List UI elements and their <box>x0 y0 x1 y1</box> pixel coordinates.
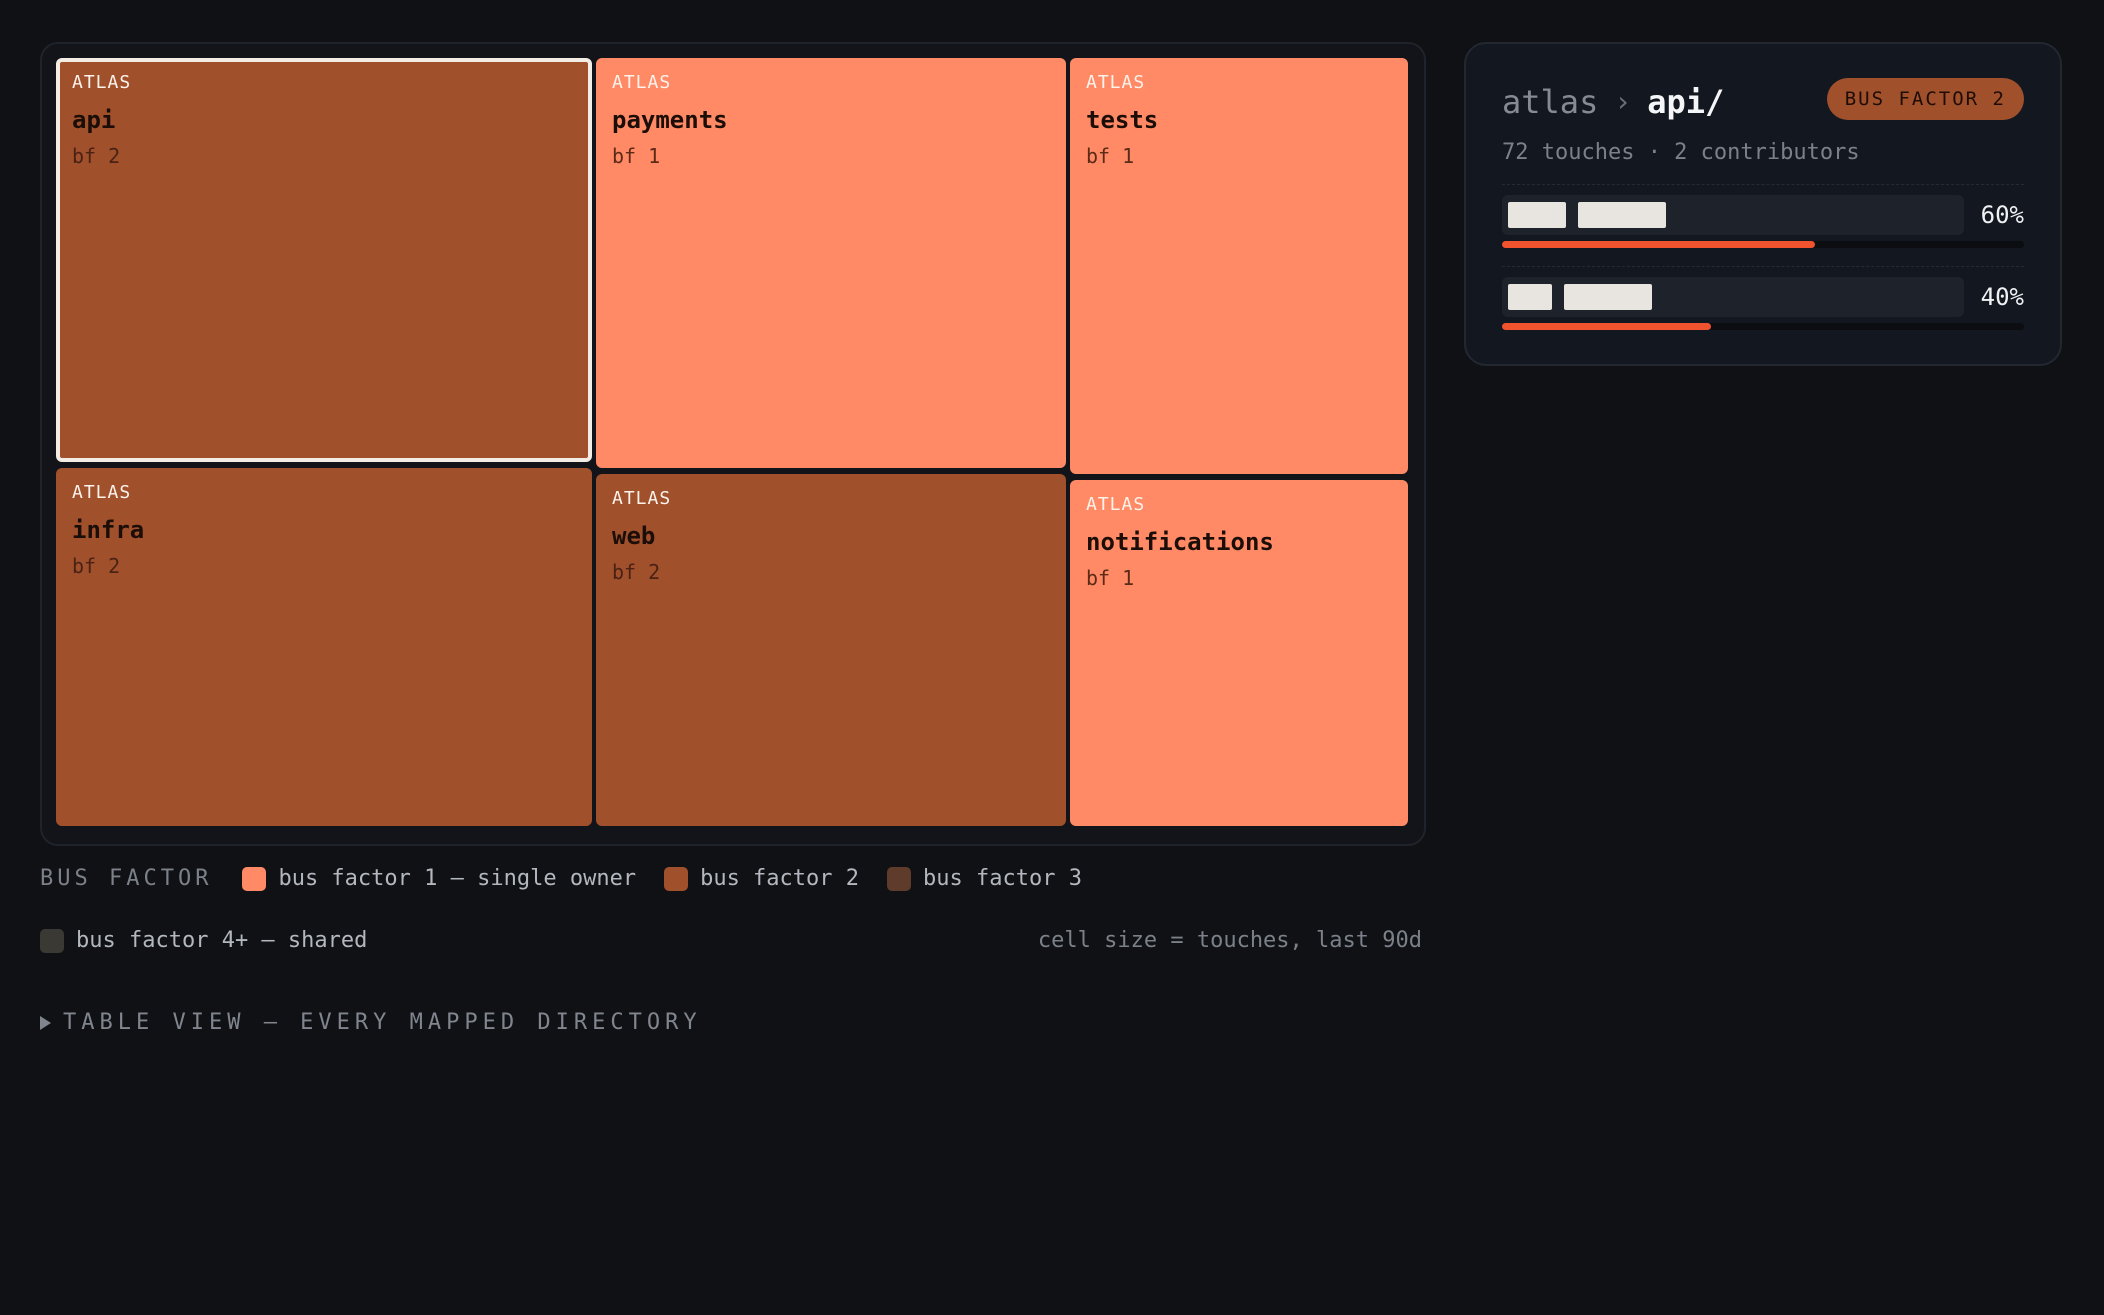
cell-dir-label: api <box>72 106 116 134</box>
cell-repo-label: ATLAS <box>1086 494 1146 515</box>
legend-label: bus factor 2 <box>700 866 860 891</box>
contributor-row: 60% <box>1502 184 2024 248</box>
bus-factor-badge: BUS FACTOR 2 <box>1826 78 2024 120</box>
treemap-cell-payments[interactable]: ATLAS payments bf 1 <box>596 58 1066 468</box>
contributor-name-redacted <box>1502 277 1964 317</box>
legend-label: bus factor 4+ — shared <box>76 928 368 953</box>
cell-dir-label: tests <box>1086 106 1159 134</box>
cell-bus-factor: bf 1 <box>1086 566 1135 590</box>
table-view-toggle[interactable]: TABLE VIEW — EVERY MAPPED DIRECTORY <box>40 1010 702 1035</box>
contributor-row: 40% <box>1502 266 2024 330</box>
legend-item-bf1: bus factor 1 — single owner <box>242 866 636 891</box>
legend-item-bf4: bus factor 4+ — shared <box>40 928 367 953</box>
detail-panel: atlas › api/ BUS FACTOR 2 72 touches · 2… <box>1464 42 2062 366</box>
cell-bus-factor: bf 1 <box>1086 144 1135 168</box>
legend-swatch <box>242 866 267 891</box>
cell-dir-label: notifications <box>1086 528 1274 556</box>
expand-triangle-icon <box>40 1015 51 1030</box>
cell-dir-label: payments <box>612 106 728 134</box>
cell-bus-factor: bf 2 <box>612 560 661 584</box>
legend-row-2: bus factor 4+ — shared <box>40 928 395 953</box>
treemap-cell-web[interactable]: ATLAS web bf 2 <box>596 474 1066 826</box>
cell-bus-factor: bf 2 <box>72 144 121 168</box>
cell-dir-label: web <box>612 522 656 550</box>
legend-item-bf2: bus factor 2 <box>664 866 859 891</box>
breadcrumb-repo[interactable]: atlas <box>1502 86 1598 118</box>
legend-title: BUS FACTOR <box>40 866 213 891</box>
panel-summary: 72 touches · 2 contributors <box>1502 140 1860 165</box>
cell-bus-factor: bf 1 <box>612 144 661 168</box>
legend-swatch <box>40 928 64 953</box>
contributor-share-track <box>1502 323 2024 330</box>
legend: BUS FACTOR bus factor 1 — single owner b… <box>40 866 1110 891</box>
legend-swatch <box>887 866 912 891</box>
breadcrumb-separator-icon: › <box>1614 85 1632 118</box>
cell-repo-label: ATLAS <box>612 72 672 93</box>
cell-repo-label: ATLAS <box>72 72 132 93</box>
legend-item-bf3: bus factor 3 <box>887 866 1082 891</box>
legend-label: bus factor 1 — single owner <box>278 866 637 891</box>
contributor-share-track <box>1502 241 2024 248</box>
contributor-share: 40% <box>1980 283 2024 311</box>
treemap-cell-tests[interactable]: ATLAS tests bf 1 <box>1070 58 1408 474</box>
cell-dir-label: infra <box>72 516 145 544</box>
contributor-name-redacted <box>1502 195 1964 235</box>
contributor-share-bar <box>1502 323 1711 330</box>
breadcrumb-dir: api/ <box>1647 83 1725 121</box>
cell-repo-label: ATLAS <box>612 488 672 509</box>
legend-label: bus factor 3 <box>923 866 1082 891</box>
treemap-cell-api[interactable]: ATLAS api bf 2 <box>56 58 592 462</box>
cell-repo-label: ATLAS <box>1086 72 1146 93</box>
cell-repo-label: ATLAS <box>72 482 132 503</box>
treemap-cell-notifications[interactable]: ATLAS notifications bf 1 <box>1070 480 1408 826</box>
legend-swatch <box>664 866 689 891</box>
contributor-share: 60% <box>1980 201 2024 229</box>
legend-note: cell size = touches, last 90d <box>1037 928 1422 953</box>
contributor-share-bar <box>1502 241 1816 248</box>
treemap-cell-infra[interactable]: ATLAS infra bf 2 <box>56 468 592 826</box>
table-view-label: TABLE VIEW — EVERY MAPPED DIRECTORY <box>63 1010 702 1035</box>
cell-bus-factor: bf 2 <box>72 554 121 578</box>
